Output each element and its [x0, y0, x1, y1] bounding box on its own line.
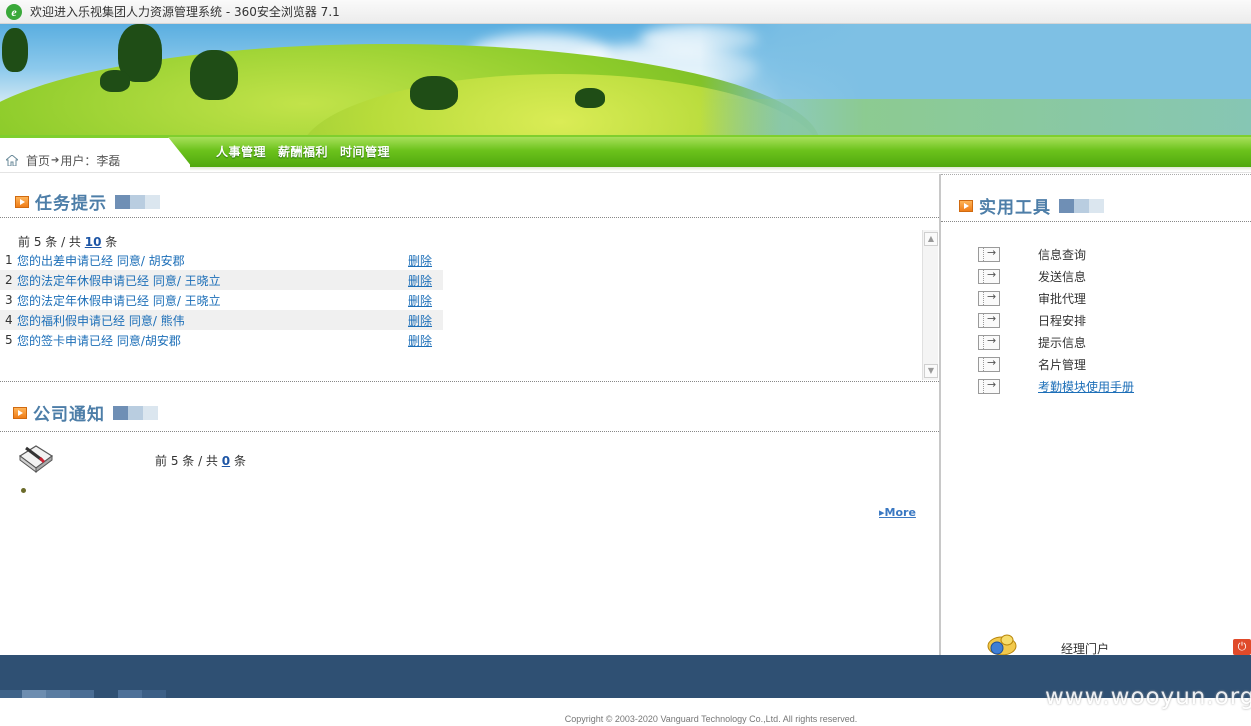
- task-message-link[interactable]: 您的法定年休假申请已经 同意/ 王晓立: [17, 292, 408, 309]
- task-row: 1 您的出差申请已经 同意/ 胡安郡 删除: [0, 250, 443, 270]
- arrow-right-icon: [978, 312, 1000, 328]
- tool-item-approval-proxy[interactable]: 审批代理: [978, 290, 1086, 307]
- tool-item-attendance-manual[interactable]: 考勤模块使用手册: [978, 378, 1134, 395]
- list-bullet: [21, 488, 26, 493]
- watermark: www.wooyun.org: [1045, 684, 1251, 710]
- window-title: 欢迎进入乐视集团人力资源管理系统 - 360安全浏览器 7.1: [30, 5, 340, 19]
- decorative-blocks: [1059, 198, 1104, 213]
- top-menu: 人事管理 薪酬福利 时间管理: [216, 143, 390, 160]
- tasks-total-link[interactable]: 10: [85, 235, 102, 249]
- tasks-count: 前 5 条 / 共 10 条: [18, 235, 118, 249]
- scroll-up-button[interactable]: ▲: [924, 232, 938, 246]
- breadcrumb: 首页 ➔ 用户：李磊: [6, 152, 120, 169]
- arrow-right-icon: [978, 334, 1000, 350]
- arrow-right-icon: [978, 290, 1000, 306]
- browser-title-bar: e 欢迎进入乐视集团人力资源管理系统 - 360安全浏览器 7.1: [0, 0, 1251, 24]
- decorative-blocks: [115, 194, 160, 209]
- arrow-right-icon: [978, 246, 1000, 262]
- task-row: 5 您的签卡申请已经 同意/胡安郡 删除: [0, 330, 443, 350]
- tool-item-info-query[interactable]: 信息查询: [978, 246, 1086, 263]
- header-banner: [0, 24, 1251, 135]
- menu-item-personnel[interactable]: 人事管理: [216, 143, 266, 160]
- power-icon[interactable]: ⏻: [1233, 639, 1251, 655]
- tasks-scrollbar[interactable]: ▲ ▼: [922, 230, 938, 380]
- divider: [941, 221, 1251, 222]
- manager-portal-icon: [987, 634, 1017, 656]
- breadcrumb-home-link[interactable]: 首页: [26, 152, 50, 169]
- tool-item-schedule[interactable]: 日程安排: [978, 312, 1086, 329]
- section-bullet-icon: [959, 199, 973, 212]
- tools-section-title: 实用工具: [959, 193, 1104, 218]
- arrow-right-icon: [978, 356, 1000, 372]
- delete-link[interactable]: 删除: [408, 312, 443, 329]
- notices-total-link[interactable]: 0: [222, 454, 230, 468]
- browser-logo-icon: e: [6, 3, 22, 20]
- copyright-text: Copyright © 2003-2020 Vanguard Technolog…: [564, 714, 858, 724]
- tool-item-reminders[interactable]: 提示信息: [978, 334, 1086, 351]
- task-message-link[interactable]: 您的法定年休假申请已经 同意/ 王晓立: [17, 272, 408, 289]
- current-user-label: 用户：李磊: [60, 154, 121, 168]
- decorative-blocks: [113, 405, 158, 420]
- notices-section-title: 公司通知: [13, 400, 158, 425]
- arrow-right-icon: [978, 268, 1000, 284]
- notepad-pen-icon: [18, 445, 54, 473]
- delete-link[interactable]: 删除: [408, 252, 443, 269]
- delete-link[interactable]: 删除: [408, 332, 443, 349]
- divider: [0, 217, 939, 218]
- task-message-link[interactable]: 您的签卡申请已经 同意/胡安郡: [17, 332, 408, 349]
- divider: [0, 381, 939, 382]
- divider: [0, 431, 939, 432]
- task-row: 2 您的法定年休假申请已经 同意/ 王晓立 删除: [0, 270, 443, 290]
- task-message-link[interactable]: 您的福利假申请已经 同意/ 熊伟: [17, 312, 408, 329]
- main-nav-bar: 首页 ➔ 用户：李磊 人事管理 薪酬福利 时间管理: [0, 135, 1251, 173]
- more-link[interactable]: ▸More: [879, 506, 916, 519]
- arrow-right-icon: [978, 378, 1000, 394]
- section-bullet-icon: [15, 195, 29, 208]
- section-bullet-icon: [13, 406, 27, 419]
- home-icon: [6, 155, 18, 166]
- task-row: 3 您的法定年休假申请已经 同意/ 王晓立 删除: [0, 290, 443, 310]
- task-row: 4 您的福利假申请已经 同意/ 熊伟 删除: [0, 310, 443, 330]
- tasks-section-title: 任务提示: [15, 189, 160, 214]
- menu-item-salary-benefits[interactable]: 薪酬福利: [278, 143, 328, 160]
- arrow-right-icon: ➔: [51, 155, 60, 166]
- menu-item-time-management[interactable]: 时间管理: [340, 143, 390, 160]
- task-message-link[interactable]: 您的出差申请已经 同意/ 胡安郡: [17, 252, 408, 269]
- divider: [941, 174, 1251, 175]
- delete-link[interactable]: 删除: [408, 272, 443, 289]
- tool-item-business-cards[interactable]: 名片管理: [978, 356, 1086, 373]
- scroll-down-button[interactable]: ▼: [924, 364, 938, 378]
- notices-count: 前 5 条 / 共 0 条: [155, 454, 246, 468]
- delete-link[interactable]: 删除: [408, 292, 443, 309]
- tool-item-send-message[interactable]: 发送信息: [978, 268, 1086, 285]
